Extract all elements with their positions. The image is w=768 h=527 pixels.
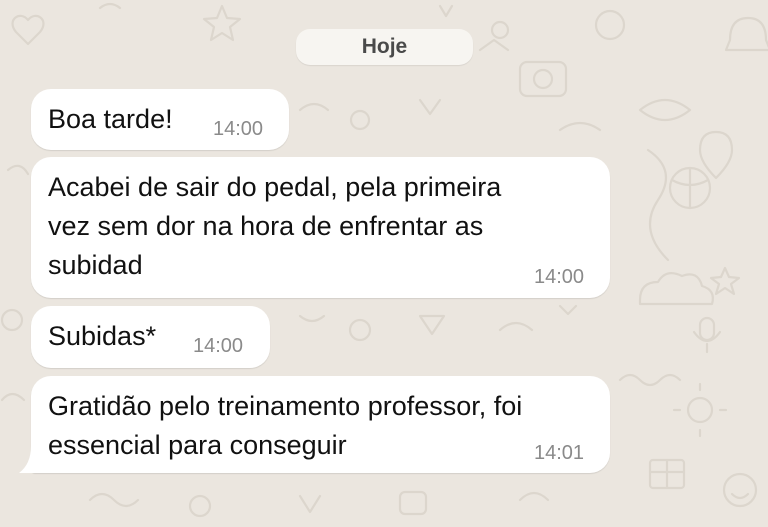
- chat-window: Hoje Boa tarde! 14:00 Acabei de sair do …: [0, 0, 768, 527]
- message-text: Gratidão pelo treinamento professor, foi…: [48, 391, 523, 460]
- message-timestamp: 14:01: [534, 442, 585, 464]
- message-timestamp: 14:00: [193, 335, 244, 357]
- message-timestamp: 14:00: [213, 118, 264, 140]
- bubble-tail: [19, 446, 39, 473]
- message-bubble[interactable]: Gratidão pelo treinamento professor, foi…: [31, 376, 610, 473]
- message-timestamp: 14:00: [534, 266, 585, 288]
- message-bubble[interactable]: Subidas* 14:00: [31, 306, 270, 368]
- message-bubble[interactable]: Boa tarde! 14:00: [31, 89, 289, 150]
- date-divider: Hoje: [296, 29, 473, 65]
- message-bubble[interactable]: Acabei de sair do pedal, pela primeira v…: [31, 157, 610, 298]
- message-text: Boa tarde!: [48, 104, 173, 134]
- message-text: Acabei de sair do pedal, pela primeira v…: [48, 172, 502, 280]
- message-text: Subidas*: [48, 321, 157, 351]
